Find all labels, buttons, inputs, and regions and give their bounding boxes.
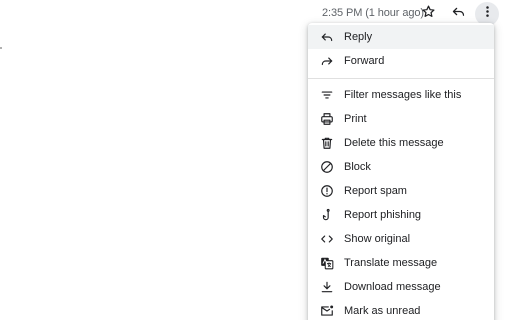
menu-item-label: Report phishing: [344, 209, 422, 221]
reply-icon: [451, 4, 466, 24]
menu-item-label: Block: [344, 161, 371, 173]
email-view: 2:35 PM (1 hour ago) Reply Forward Filte…: [0, 0, 512, 320]
message-timestamp: 2:35 PM (1 hour ago): [322, 7, 424, 19]
menu-item-report-spam[interactable]: Report spam: [308, 179, 494, 203]
menu-item-label: Print: [344, 113, 367, 125]
menu-item-label: Translate message: [344, 257, 438, 269]
menu-item-label: Delete this message: [344, 137, 444, 149]
menu-item-translate[interactable]: Translate message: [308, 251, 494, 275]
menu-item-label: Show original: [344, 233, 411, 245]
menu-item-print[interactable]: Print: [308, 107, 494, 131]
menu-item-report-phishing[interactable]: Report phishing: [308, 203, 494, 227]
menu-item-label: Download message: [344, 281, 441, 293]
menu-item-block[interactable]: Block: [308, 155, 494, 179]
star-outline-icon: [421, 4, 436, 24]
menu-item-filter[interactable]: Filter messages like this: [308, 83, 494, 107]
menu-item-download[interactable]: Download message: [308, 275, 494, 299]
forward-icon: [320, 54, 334, 68]
code-icon: [320, 232, 334, 246]
menu-item-mark-unread[interactable]: Mark as unread: [308, 299, 494, 320]
menu-item-label: Reply: [344, 31, 373, 43]
translate-icon: [320, 256, 334, 270]
stray-dot: [0, 47, 2, 49]
reply-icon: [320, 30, 334, 44]
more-vert-icon: [480, 4, 495, 24]
mark-unread-icon: [320, 304, 334, 318]
phishing-hook-icon: [320, 208, 334, 222]
print-icon: [320, 112, 334, 126]
menu-item-forward[interactable]: Forward: [308, 49, 494, 73]
download-icon: [320, 280, 334, 294]
menu-item-show-original[interactable]: Show original: [308, 227, 494, 251]
message-options-menu: Reply Forward Filter messages like this: [308, 23, 494, 320]
menu-item-reply[interactable]: Reply: [308, 25, 494, 49]
menu-item-label: Mark as unread: [344, 305, 421, 317]
trash-icon: [320, 136, 334, 150]
menu-divider: [308, 78, 494, 79]
menu-item-label: Filter messages like this: [344, 89, 462, 101]
filter-icon: [320, 88, 334, 102]
report-spam-icon: [320, 184, 334, 198]
block-icon: [320, 160, 334, 174]
menu-item-delete[interactable]: Delete this message: [308, 131, 494, 155]
menu-item-label: Forward: [344, 55, 385, 67]
menu-item-label: Report spam: [344, 185, 407, 197]
